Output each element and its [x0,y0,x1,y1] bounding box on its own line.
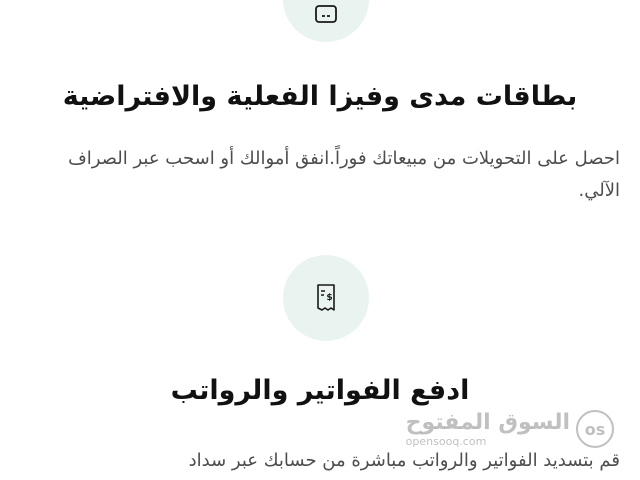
section-description-bills: قم بتسديد الفواتير والرواتب مباشرة من حس… [188,450,620,471]
receipt-icon-circle: $ [283,255,369,341]
section-title-cards: بطاقات مدى وفيزا الفعلية والافتراضية [62,81,578,112]
section-title-bills: ادفع الفواتير والرواتب [170,375,470,406]
opensooq-watermark: os السوق المفتوح opensooq.com [406,410,614,448]
svg-text:$: $ [326,293,332,303]
features-page: بطاقات مدى وفيزا الفعلية والافتراضية احص… [0,0,640,480]
section-description-cards: احصل على التحويلات من مبيعاتك فوراً.انفق… [68,148,620,201]
opensooq-logo-icon: os [576,410,614,448]
receipt-icon: $ [317,284,335,311]
card-icon-circle [283,0,369,42]
watermark-arabic: السوق المفتوح [405,409,570,435]
card-icon [315,5,337,23]
